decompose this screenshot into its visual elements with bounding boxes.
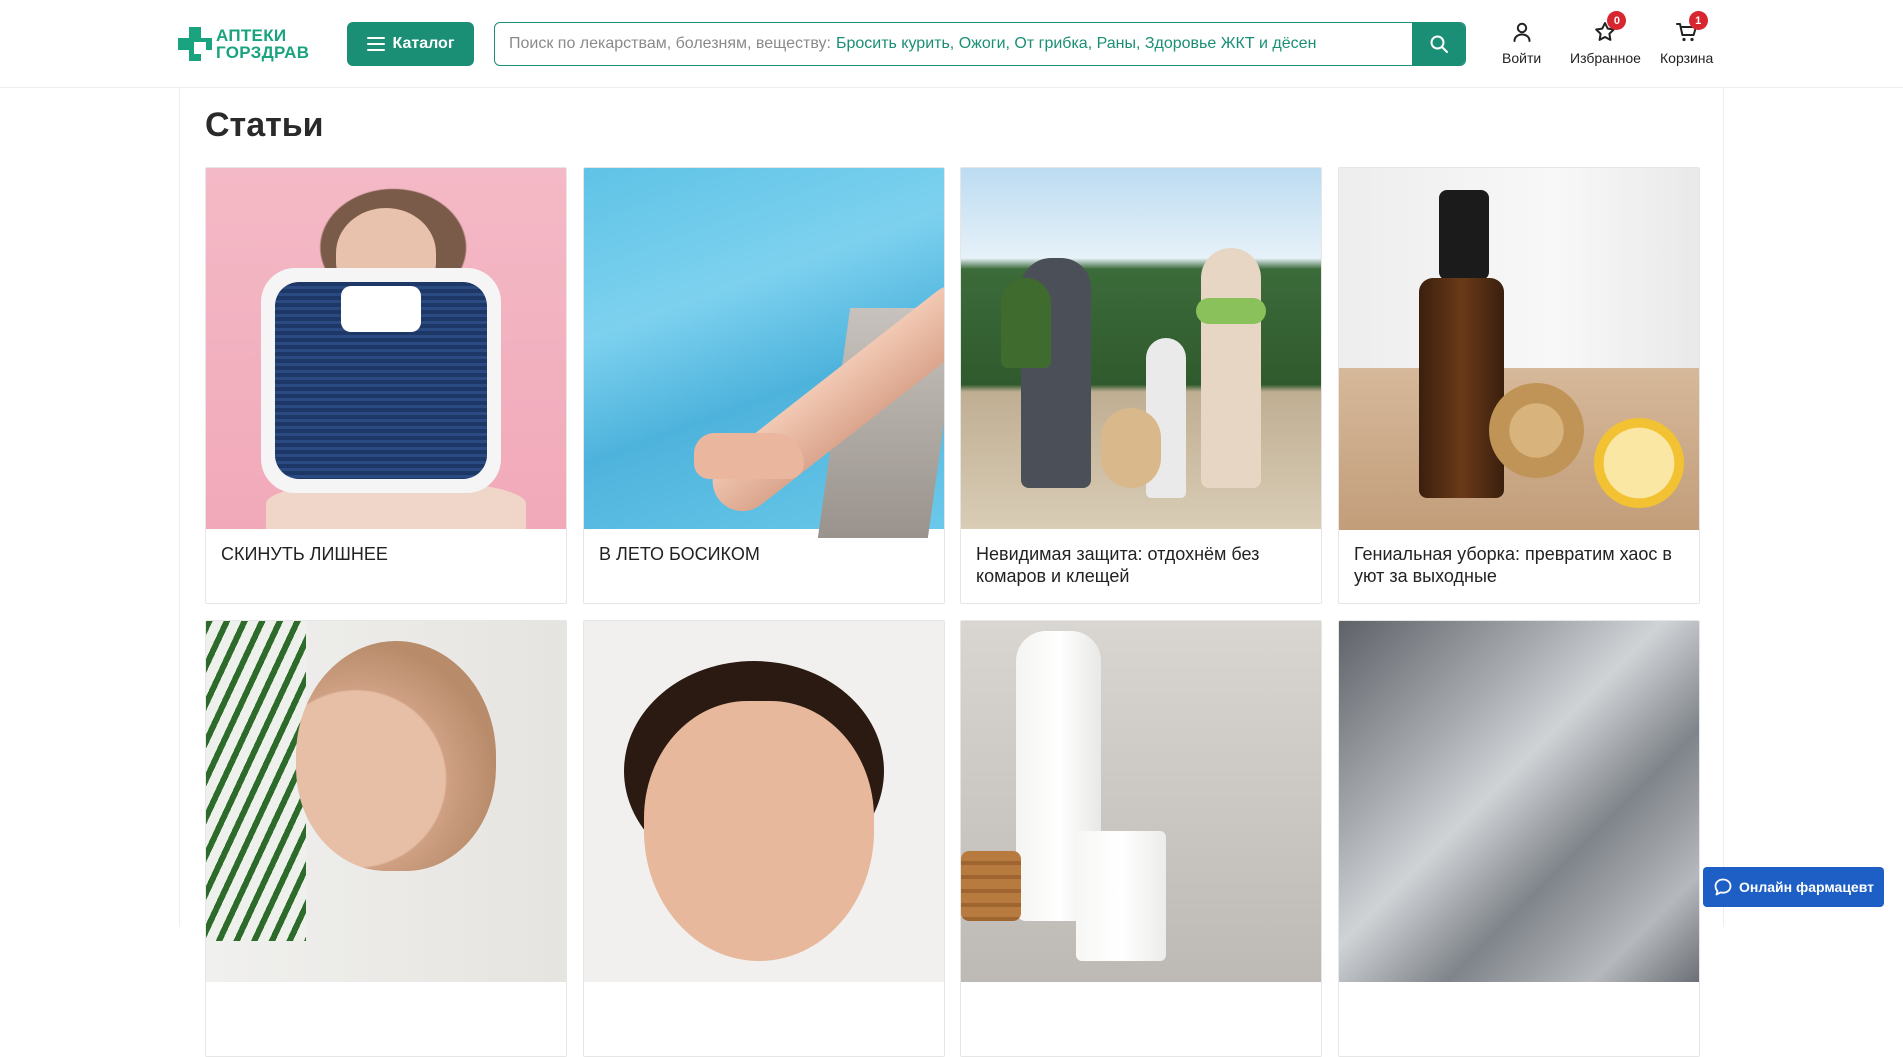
favorites-button[interactable]: 0 Избранное — [1570, 11, 1641, 66]
chat-bubble-icon — [1714, 878, 1732, 896]
star-icon: 0 — [1593, 11, 1627, 44]
search-placeholder: Поиск по лекарствам, болезням, веществу: — [509, 35, 831, 52]
article-card[interactable] — [205, 620, 567, 1057]
cart-button[interactable]: 1 Корзина — [1660, 11, 1714, 66]
article-caption: В ЛЕТО БОСИКОМ — [599, 544, 760, 564]
favorites-count-badge: 0 — [1607, 11, 1627, 30]
article-caption: СКИНУТЬ ЛИШНЕЕ — [221, 544, 388, 564]
article-image — [1339, 168, 1699, 530]
article-image — [584, 621, 944, 982]
article-image — [206, 168, 566, 529]
article-card[interactable]: СКИНУТЬ ЛИШНЕЕ — [205, 167, 567, 604]
search-icon — [1430, 35, 1448, 53]
search-bar: Поиск по лекарствам, болезням, веществу:… — [494, 22, 1466, 66]
catalog-button[interactable]: Каталог — [347, 22, 474, 66]
article-card[interactable] — [960, 620, 1322, 1057]
catalog-button-label: Каталог — [392, 35, 455, 52]
article-card[interactable] — [583, 620, 945, 1057]
login-label: Войти — [1502, 50, 1542, 66]
search-button[interactable] — [1412, 23, 1465, 65]
logo-text: АПТЕКИ ГОРЗДРАВ — [216, 27, 309, 61]
favorites-label: Избранное — [1570, 50, 1641, 66]
article-image — [961, 168, 1321, 529]
article-image — [961, 621, 1321, 982]
logo-cross-icon — [178, 27, 212, 61]
article-card[interactable]: Гениальная уборка: превратим хаос в уют … — [1338, 167, 1700, 604]
online-pharmacist-label: Онлайн фармацевт — [1738, 879, 1874, 895]
article-card[interactable]: В ЛЕТО БОСИКОМ — [583, 167, 945, 604]
article-image — [206, 621, 566, 982]
cart-label: Корзина — [1660, 50, 1714, 66]
main-content: Статьи СКИНУТЬ ЛИШНЕЕ В ЛЕТО БОСИКОМ Нев… — [179, 88, 1724, 1057]
article-image — [1339, 621, 1699, 982]
article-caption — [584, 982, 944, 1056]
cart-count-badge: 1 — [1688, 11, 1708, 30]
menu-icon — [366, 37, 385, 51]
logo-line2: ГОРЗДРАВ — [216, 43, 310, 62]
page-title: Статьи — [205, 106, 324, 144]
article-caption: Гениальная уборка: превратим хаос в уют … — [1354, 544, 1672, 586]
article-caption: Невидимая защита: отдохнём без комаров и… — [976, 544, 1260, 586]
online-pharmacist-button[interactable]: Онлайн фармацевт — [1703, 867, 1884, 907]
login-button[interactable]: Войти — [1502, 20, 1541, 66]
article-image — [584, 168, 944, 538]
site-header: АПТЕКИ ГОРЗДРАВ Каталог Поиск по лекарст… — [0, 0, 1903, 88]
logo[interactable]: АПТЕКИ ГОРЗДРАВ — [178, 24, 328, 64]
search-input[interactable]: Поиск по лекарствам, болезням, веществу:… — [495, 23, 1412, 65]
article-card[interactable]: Невидимая защита: отдохнём без комаров и… — [960, 167, 1322, 604]
cart-icon: 1 — [1675, 11, 1708, 44]
logo-line1: АПТЕКИ — [216, 26, 287, 45]
article-caption — [206, 982, 566, 1056]
search-hints[interactable]: Бросить курить, Ожоги, От грибка, Раны, … — [836, 35, 1316, 53]
article-caption — [1339, 982, 1699, 1056]
article-caption — [961, 982, 1321, 1056]
article-card[interactable] — [1338, 620, 1700, 1057]
user-icon — [1510, 20, 1534, 44]
